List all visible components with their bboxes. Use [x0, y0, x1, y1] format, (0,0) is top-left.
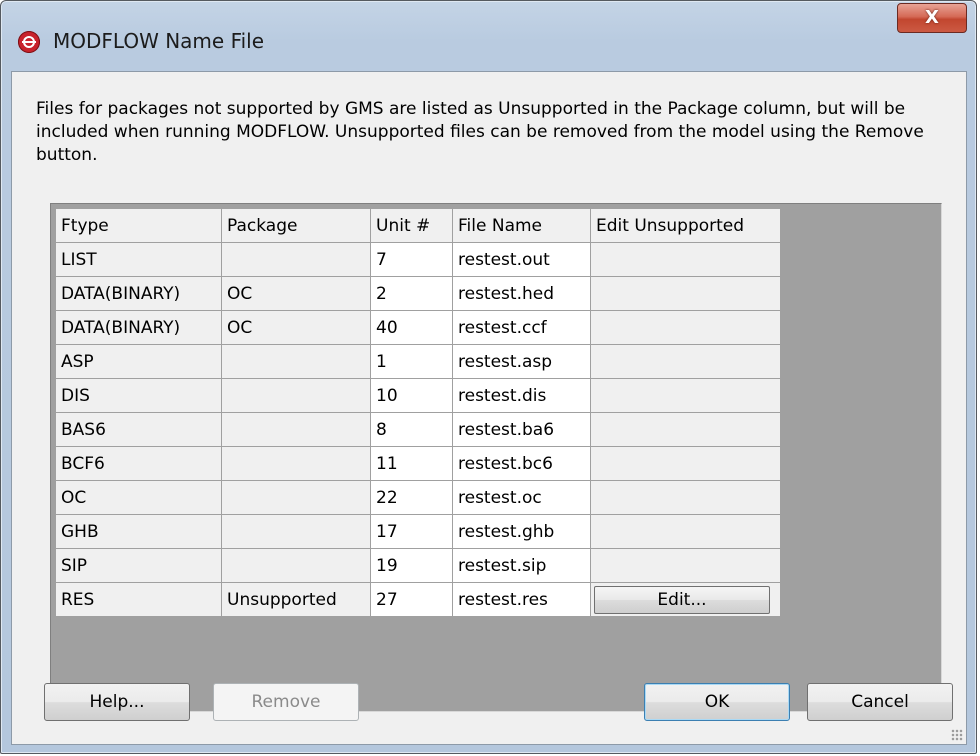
cell-edit-unsupported: Edit...: [590, 582, 781, 617]
table-row[interactable]: BAS6 8 restest.ba6: [55, 412, 781, 447]
cell-file-name[interactable]: restest.dis: [452, 378, 591, 413]
cell-ftype: DATA(BINARY): [55, 310, 222, 345]
table-row[interactable]: SIP 19 restest.sip: [55, 548, 781, 583]
cell-ftype: DIS: [55, 378, 222, 413]
cell-package: [221, 344, 371, 379]
cell-unit[interactable]: 40: [370, 310, 453, 345]
name-file-table: Ftype Package Unit # File Name Edit Unsu…: [55, 208, 781, 617]
cell-unit[interactable]: 10: [370, 378, 453, 413]
cell-package: [221, 412, 371, 447]
cell-file-name[interactable]: restest.asp: [452, 344, 591, 379]
cell-package: OC: [221, 310, 371, 345]
cell-ftype: GHB: [55, 514, 222, 549]
table-row[interactable]: BCF6 11 restest.bc6: [55, 446, 781, 481]
cell-edit-unsupported: [590, 480, 781, 515]
table-row[interactable]: RES Unsupported 27 restest.res Edit...: [55, 582, 781, 617]
cell-unit[interactable]: 1: [370, 344, 453, 379]
column-header-package[interactable]: Package: [221, 208, 371, 243]
cell-unit[interactable]: 7: [370, 242, 453, 277]
cell-edit-unsupported: [590, 276, 781, 311]
cell-file-name[interactable]: restest.sip: [452, 548, 591, 583]
cancel-button[interactable]: Cancel: [807, 683, 953, 721]
ok-button[interactable]: OK: [644, 683, 790, 721]
cell-file-name[interactable]: restest.ccf: [452, 310, 591, 345]
cell-ftype: SIP: [55, 548, 222, 583]
cell-unit[interactable]: 22: [370, 480, 453, 515]
name-file-grid[interactable]: Ftype Package Unit # File Name Edit Unsu…: [50, 203, 942, 712]
cell-edit-unsupported: [590, 344, 781, 379]
cell-ftype: BAS6: [55, 412, 222, 447]
table-row[interactable]: GHB 17 restest.ghb: [55, 514, 781, 549]
cell-package: [221, 446, 371, 481]
column-header-unit[interactable]: Unit #: [370, 208, 453, 243]
column-header-file-name[interactable]: File Name: [452, 208, 591, 243]
cell-ftype: RES: [55, 582, 222, 617]
cell-file-name[interactable]: restest.hed: [452, 276, 591, 311]
cell-package: [221, 548, 371, 583]
cell-unit[interactable]: 11: [370, 446, 453, 481]
cell-package: [221, 480, 371, 515]
cell-ftype: BCF6: [55, 446, 222, 481]
cell-edit-unsupported: [590, 412, 781, 447]
table-row[interactable]: OC 22 restest.oc: [55, 480, 781, 515]
table-row[interactable]: DIS 10 restest.dis: [55, 378, 781, 413]
remove-button[interactable]: Remove: [213, 683, 359, 721]
cell-edit-unsupported: [590, 548, 781, 583]
cell-file-name[interactable]: restest.out: [452, 242, 591, 277]
dialog-body: Files for packages not supported by GMS …: [11, 71, 967, 745]
table-row[interactable]: ASP 1 restest.asp: [55, 344, 781, 379]
close-button[interactable]: X: [897, 3, 967, 33]
cell-package: [221, 514, 371, 549]
cell-package: [221, 378, 371, 413]
table-row[interactable]: DATA(BINARY) OC 2 restest.hed: [55, 276, 781, 311]
cell-package: [221, 242, 371, 277]
dialog-window: MODFLOW Name File X Files for packages n…: [0, 0, 977, 754]
cell-unit[interactable]: 27: [370, 582, 453, 617]
cell-file-name[interactable]: restest.ba6: [452, 412, 591, 447]
cell-ftype: LIST: [55, 242, 222, 277]
cell-unit[interactable]: 2: [370, 276, 453, 311]
cell-ftype: DATA(BINARY): [55, 276, 222, 311]
cell-unit[interactable]: 8: [370, 412, 453, 447]
table-row[interactable]: LIST 7 restest.out: [55, 242, 781, 277]
cell-package: OC: [221, 276, 371, 311]
title-bar[interactable]: MODFLOW Name File X: [1, 1, 976, 73]
cell-file-name[interactable]: restest.res: [452, 582, 591, 617]
cell-unit[interactable]: 17: [370, 514, 453, 549]
close-icon: X: [925, 7, 939, 28]
cell-ftype: OC: [55, 480, 222, 515]
table-header-row: Ftype Package Unit # File Name Edit Unsu…: [55, 208, 781, 243]
cell-file-name[interactable]: restest.bc6: [452, 446, 591, 481]
table-row[interactable]: DATA(BINARY) OC 40 restest.ccf: [55, 310, 781, 345]
resize-grip-icon[interactable]: [951, 729, 963, 741]
cell-file-name[interactable]: restest.ghb: [452, 514, 591, 549]
gms-app-icon: [18, 31, 40, 53]
column-header-edit-unsupported[interactable]: Edit Unsupported: [590, 208, 781, 243]
edit-unsupported-button[interactable]: Edit...: [594, 585, 770, 614]
description-text: Files for packages not supported by GMS …: [36, 99, 924, 165]
window-title: MODFLOW Name File: [53, 29, 265, 53]
cell-file-name[interactable]: restest.oc: [452, 480, 591, 515]
column-header-ftype[interactable]: Ftype: [55, 208, 222, 243]
cell-unit[interactable]: 19: [370, 548, 453, 583]
cell-edit-unsupported: [590, 310, 781, 345]
cell-edit-unsupported: [590, 378, 781, 413]
cell-package: Unsupported: [221, 582, 371, 617]
cell-ftype: ASP: [55, 344, 222, 379]
cell-edit-unsupported: [590, 514, 781, 549]
help-button[interactable]: Help...: [44, 683, 190, 721]
cell-edit-unsupported: [590, 242, 781, 277]
cell-edit-unsupported: [590, 446, 781, 481]
